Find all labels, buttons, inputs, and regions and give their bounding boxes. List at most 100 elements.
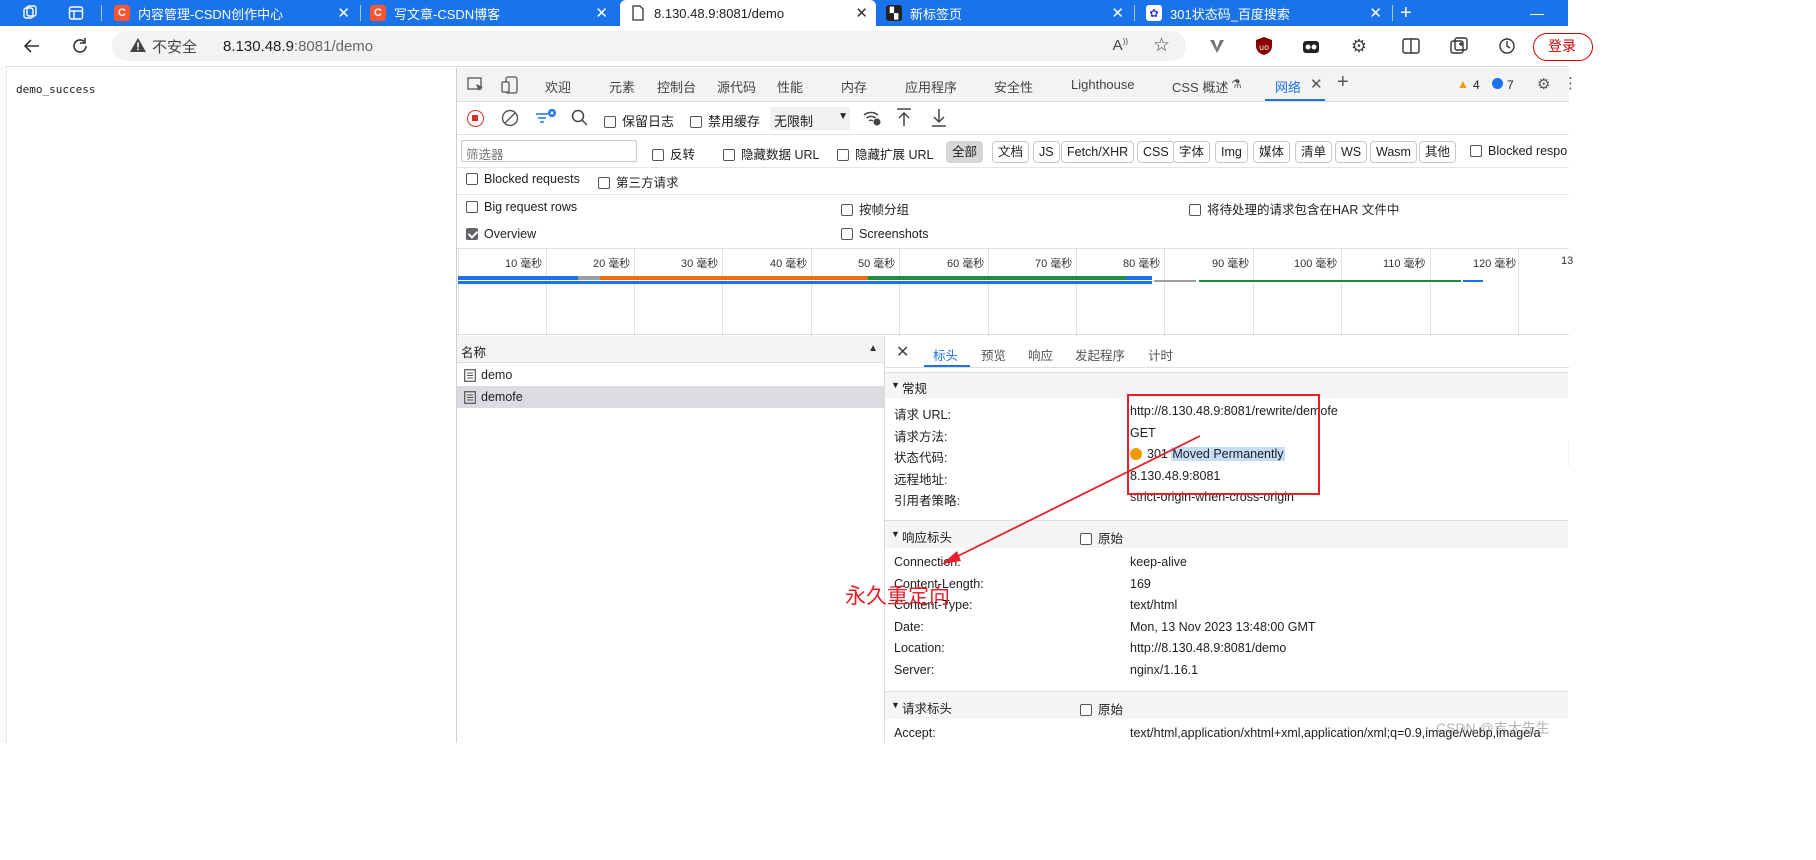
devtools-tab-lighthouse[interactable]: Lighthouse [1071, 77, 1135, 92]
devtools-tab-elements[interactable]: 元素 [609, 77, 635, 96]
devtools-tab-security[interactable]: 安全性 [994, 77, 1033, 96]
close-details-icon[interactable]: ✕ [896, 342, 909, 362]
tab-actions-icon[interactable] [64, 1, 88, 25]
refresh-icon[interactable] [68, 34, 92, 58]
read-aloud-icon[interactable]: A)) [1113, 37, 1128, 54]
header-value[interactable]: http://8.130.48.9:8081/demo [1130, 641, 1286, 655]
devtools-tab-welcome[interactable]: 欢迎 [545, 77, 571, 96]
type-filter-wasm[interactable]: Wasm [1370, 141, 1417, 163]
extension-glasses-icon[interactable] [1299, 34, 1323, 58]
devtools-tab-memory[interactable]: 内存 [841, 77, 867, 96]
message-count[interactable]: 7 [1507, 78, 1514, 92]
invert-checkbox[interactable]: 反转 [652, 144, 695, 163]
ublock-icon[interactable]: uo [1252, 34, 1276, 58]
address-bar[interactable]: 不安全 8.130.48.9:8081/demo A)) ☆ [112, 31, 1186, 61]
new-tab-button[interactable]: + [1400, 0, 1424, 26]
preserve-log-checkbox[interactable]: 保留日志 [604, 111, 674, 130]
inspect-element-icon[interactable] [467, 77, 485, 96]
export-har-icon[interactable] [931, 108, 947, 130]
devtools-tab-application[interactable]: 应用程序 [905, 77, 957, 96]
sort-arrow-icon[interactable]: ▲ [868, 343, 878, 354]
type-filter-font[interactable]: 字体 [1173, 141, 1211, 163]
type-filter-manifest[interactable]: 清单 [1295, 141, 1333, 163]
hide-data-urls-checkbox[interactable]: 隐藏数据 URL [723, 144, 819, 163]
raw-checkbox[interactable]: 原始 [1080, 528, 1123, 547]
record-stop-icon[interactable] [467, 110, 484, 127]
devtools-tab-css-overview[interactable]: CSS 概述 [1172, 77, 1228, 96]
big-request-rows-checkbox[interactable]: Big request rows [466, 200, 577, 214]
type-filter-all[interactable]: 全部 [946, 141, 984, 163]
filter-icon[interactable] [535, 109, 557, 130]
extensions-icon[interactable]: ⚙ [1347, 34, 1371, 58]
collections-icon[interactable] [1447, 34, 1471, 58]
request-list-header[interactable]: 名称 ▲ [457, 336, 884, 363]
header-value[interactable]: nginx/1.16.1 [1130, 663, 1198, 677]
clear-icon[interactable] [501, 109, 519, 130]
request-row-demofe[interactable]: demofe [457, 386, 884, 408]
tab-baidu[interactable]: ✿ 301状态码_百度搜索 ✕ [1146, 0, 1390, 26]
settings-icon[interactable]: ⚙ [1537, 75, 1550, 93]
header-value[interactable]: text/html [1130, 598, 1177, 612]
type-filter-css[interactable]: CSS [1137, 141, 1175, 163]
extension-v-icon[interactable] [1205, 34, 1229, 58]
network-overview-timeline[interactable]: 10 毫秒 20 毫秒 30 毫秒 40 毫秒 50 毫秒 60 毫秒 70 毫… [457, 248, 1573, 336]
overview-checkbox[interactable]: Overview [466, 227, 536, 241]
split-screen-icon[interactable] [1399, 34, 1423, 58]
devtools-tab-sources[interactable]: 源代码 [717, 77, 756, 96]
devtools-tab-network[interactable]: 网络 [1275, 77, 1301, 96]
workspaces-icon[interactable] [18, 1, 42, 25]
blocked-requests-checkbox[interactable]: Blocked requests [466, 172, 580, 186]
type-filter-media[interactable]: 媒体 [1253, 141, 1291, 163]
search-icon[interactable] [571, 109, 588, 129]
type-filter-js[interactable]: JS [1033, 141, 1060, 163]
blocked-responses-checkbox[interactable]: Blocked respo [1470, 144, 1567, 158]
details-tab-initiator[interactable]: 发起程序 [1075, 345, 1125, 364]
devtools-tab-console[interactable]: 控制台 [657, 77, 696, 96]
message-count-icon[interactable] [1492, 78, 1503, 89]
details-tab-response[interactable]: 响应 [1028, 345, 1053, 364]
close-icon[interactable]: ✕ [1111, 4, 1124, 22]
header-value[interactable]: 169 [1130, 577, 1151, 591]
back-icon[interactable] [20, 34, 44, 58]
network-conditions-icon[interactable] [862, 109, 882, 130]
screenshots-checkbox[interactable]: Screenshots [841, 227, 928, 241]
details-tab-timing[interactable]: 计时 [1148, 345, 1173, 364]
header-value[interactable]: keep-alive [1130, 555, 1187, 569]
disable-cache-checkbox[interactable]: 禁用缓存 [690, 111, 760, 130]
close-icon[interactable]: ✕ [595, 4, 608, 22]
devtools-tab-performance[interactable]: 性能 [777, 77, 803, 96]
filter-input[interactable]: 筛选器 [461, 140, 637, 162]
hide-ext-urls-checkbox[interactable]: 隐藏扩展 URL [837, 144, 933, 163]
tab-demo[interactable]: 8.130.48.9:8081/demo ✕ [620, 0, 876, 26]
device-emulation-icon[interactable] [501, 76, 519, 97]
details-tab-headers[interactable]: 标头 [933, 345, 958, 364]
tab-csdn-content[interactable]: C 内容管理-CSDN创作中心 ✕ [114, 0, 358, 26]
warning-icon[interactable] [130, 37, 146, 55]
warning-count[interactable]: 4 [1473, 78, 1480, 92]
type-filter-ws[interactable]: WS [1335, 141, 1368, 163]
close-icon[interactable]: ✕ [1310, 75, 1323, 93]
group-by-frame-checkbox[interactable]: 按帧分组 [841, 199, 909, 218]
close-icon[interactable]: ✕ [1369, 4, 1382, 22]
type-filter-fetch[interactable]: Fetch/XHR [1061, 141, 1135, 163]
close-icon[interactable]: ✕ [337, 4, 350, 22]
minimize-icon[interactable]: — [1530, 0, 1550, 26]
more-icon[interactable]: ⋮ [1563, 74, 1578, 92]
close-icon[interactable]: ✕ [855, 4, 868, 22]
type-filter-other[interactable]: 其他 [1419, 141, 1457, 163]
third-party-checkbox[interactable]: 第三方请求 [598, 172, 679, 191]
request-row-demo[interactable]: demo [457, 364, 884, 386]
type-filter-doc[interactable]: 文档 [992, 141, 1030, 163]
response-headers-header[interactable]: ▼ 响应标头 原始 [885, 520, 1568, 548]
request-headers-header[interactable]: ▼ 请求标头 原始 [885, 691, 1568, 719]
header-value[interactable]: Mon, 13 Nov 2023 13:48:00 GMT [1130, 620, 1316, 634]
throttle-select[interactable]: 无限制 ▼ [770, 107, 850, 130]
add-tab-icon[interactable]: + [1337, 71, 1349, 94]
type-filter-img[interactable]: Img [1215, 141, 1248, 163]
login-button[interactable]: 登录 [1533, 33, 1593, 61]
tab-csdn-write[interactable]: C 写文章-CSDN博客 ✕ [370, 0, 616, 26]
tab-newtab[interactable]: ▚ 新标签页 ✕ [886, 0, 1132, 26]
raw-checkbox[interactable]: 原始 [1080, 699, 1123, 718]
import-har-icon[interactable] [896, 108, 912, 130]
har-pending-checkbox[interactable]: 将待处理的请求包含在HAR 文件中 [1189, 199, 1399, 218]
